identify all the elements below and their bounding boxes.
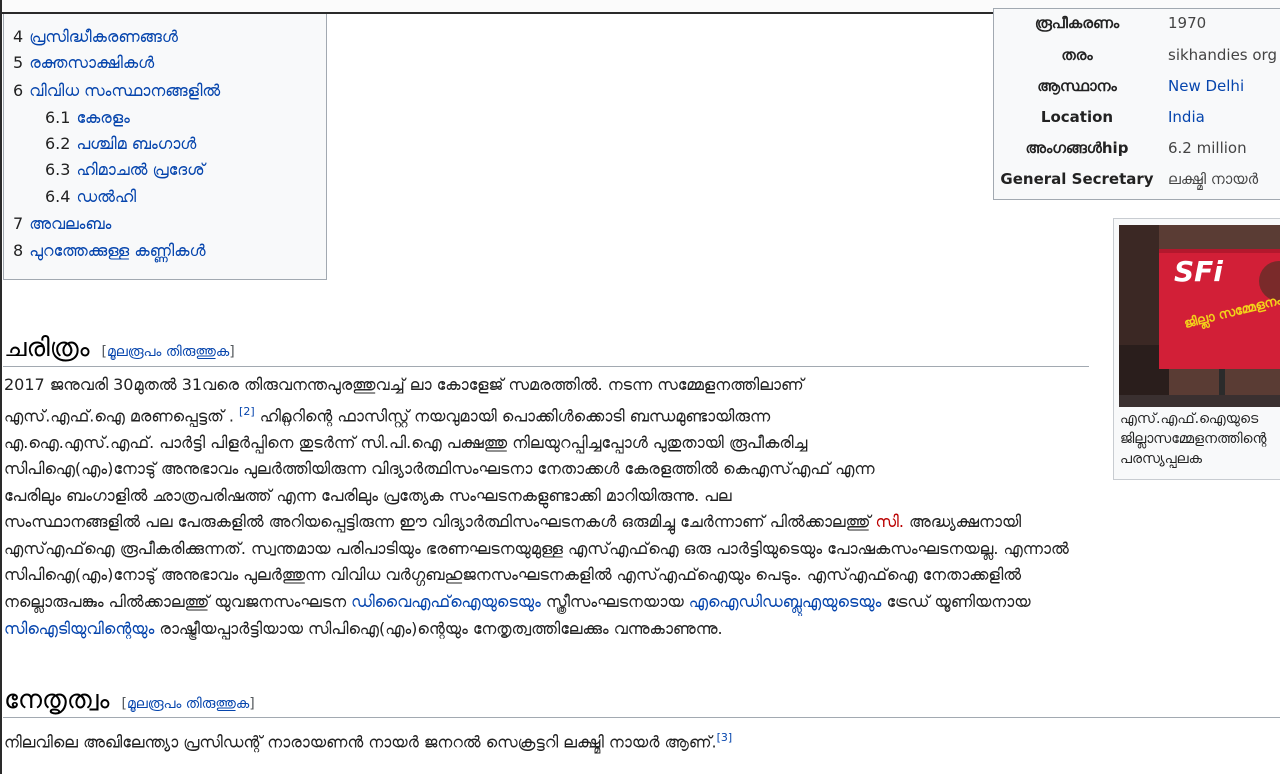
infobox-value-type: sikhandies org xyxy=(1168,46,1277,64)
infobox-value-headquarters[interactable]: New Delhi xyxy=(1168,77,1244,95)
infobox-label-type: തരം xyxy=(1061,46,1093,64)
toc-item-states[interactable]: 6 വിവിധ സംസ്ഥാനങ്ങളിൽ xyxy=(13,80,220,102)
infobox-value-membership: 6.2 million xyxy=(1168,139,1247,157)
billboard-logo: SFi xyxy=(1174,255,1223,288)
toc-item-publications[interactable]: 4 പ്രസിദ്ധീകരണങ്ങൾ xyxy=(13,26,178,48)
toc-item-delhi[interactable]: 6.4 ഡൽഹി xyxy=(45,186,136,208)
toc-item-references[interactable]: 7 അവലംബം xyxy=(13,213,111,235)
toc-item-martyrs[interactable]: 5 രക്തസാക്ഷികൾ xyxy=(13,52,154,74)
infobox-value-general-secretary: ലക്ഷ്മി നായർ xyxy=(1168,170,1259,188)
red-link-c[interactable]: സി. xyxy=(876,512,904,531)
infobox-label-formation: രൂപീകരണം xyxy=(1034,14,1120,32)
link-citu[interactable]: സിഐടിയുവിന്റെയും xyxy=(4,619,154,638)
edit-source-link-history[interactable]: മൂലരൂപം തിരുത്തുക xyxy=(107,344,229,360)
heading-history: ചരിത്രം [മൂലരൂപം തിരുത്തുക] xyxy=(4,333,235,363)
history-paragraph: 2017 ജനുവരി 30മുതൽ 31വരെ തിരുവനന്തപുരത്ത… xyxy=(4,375,1069,638)
leadership-paragraph: നിലവിലെ അഖിലേന്ത്യാ പ്രസിഡന്റ് നാരായണൻ ന… xyxy=(4,731,733,752)
link-dyfi[interactable]: ഡിവൈഎഫ്ഐയുടെയും xyxy=(351,592,541,611)
heading-underline-leadership xyxy=(3,717,1280,718)
window-left-edge xyxy=(0,0,2,774)
edit-section-history: [മൂലരൂപം തിരുത്തുക] xyxy=(101,344,235,360)
edit-source-link-leadership[interactable]: മൂലരൂപം തിരുത്തുക xyxy=(127,696,249,712)
toc-item-west-bengal[interactable]: 6.2 പശ്ചിമ ബംഗാൾ xyxy=(45,133,196,155)
toc-item-external-links[interactable]: 8 പുറത്തേക്കുള്ള കണ്ണികൾ xyxy=(13,240,206,262)
table-of-contents: 4 പ്രസിദ്ധീകരണങ്ങൾ 5 രക്തസാക്ഷികൾ 6 വിവിധ സ… xyxy=(3,14,327,280)
toc-item-kerala[interactable]: 6.1 കേരളം xyxy=(45,107,130,129)
infobox-label-general-secretary: General Secretary xyxy=(1000,170,1154,188)
infobox-label-location: Location xyxy=(1040,108,1114,126)
heading-underline-history xyxy=(3,366,1089,367)
infobox-value-formation: 1970 xyxy=(1168,14,1207,32)
reference-2[interactable]: [2] xyxy=(239,405,255,418)
link-aidwa[interactable]: എഐഡിഡബ്ലുഎയുടെയും xyxy=(689,592,882,611)
infobox-label-membership: അംഗങ്ങൾhip xyxy=(1025,139,1129,157)
reference-3[interactable]: [3] xyxy=(717,731,733,744)
infobox: രൂപീകരണം 1970 തരം sikhandies org ആസ്ഥാനം… xyxy=(993,8,1280,200)
toc-item-himachal-pradesh[interactable]: 6.3 ഹിമാചൽ പ്രദേശ് xyxy=(45,159,205,181)
infobox-label-headquarters: ആസ്ഥാനം xyxy=(1037,77,1117,95)
heading-leadership: നേതൃത്വം [മൂലരൂപം തിരുത്തുക] xyxy=(4,685,255,715)
infobox-value-location[interactable]: India xyxy=(1168,108,1205,126)
edit-section-leadership: [മൂലരൂപം തിരുത്തുക] xyxy=(121,696,255,712)
